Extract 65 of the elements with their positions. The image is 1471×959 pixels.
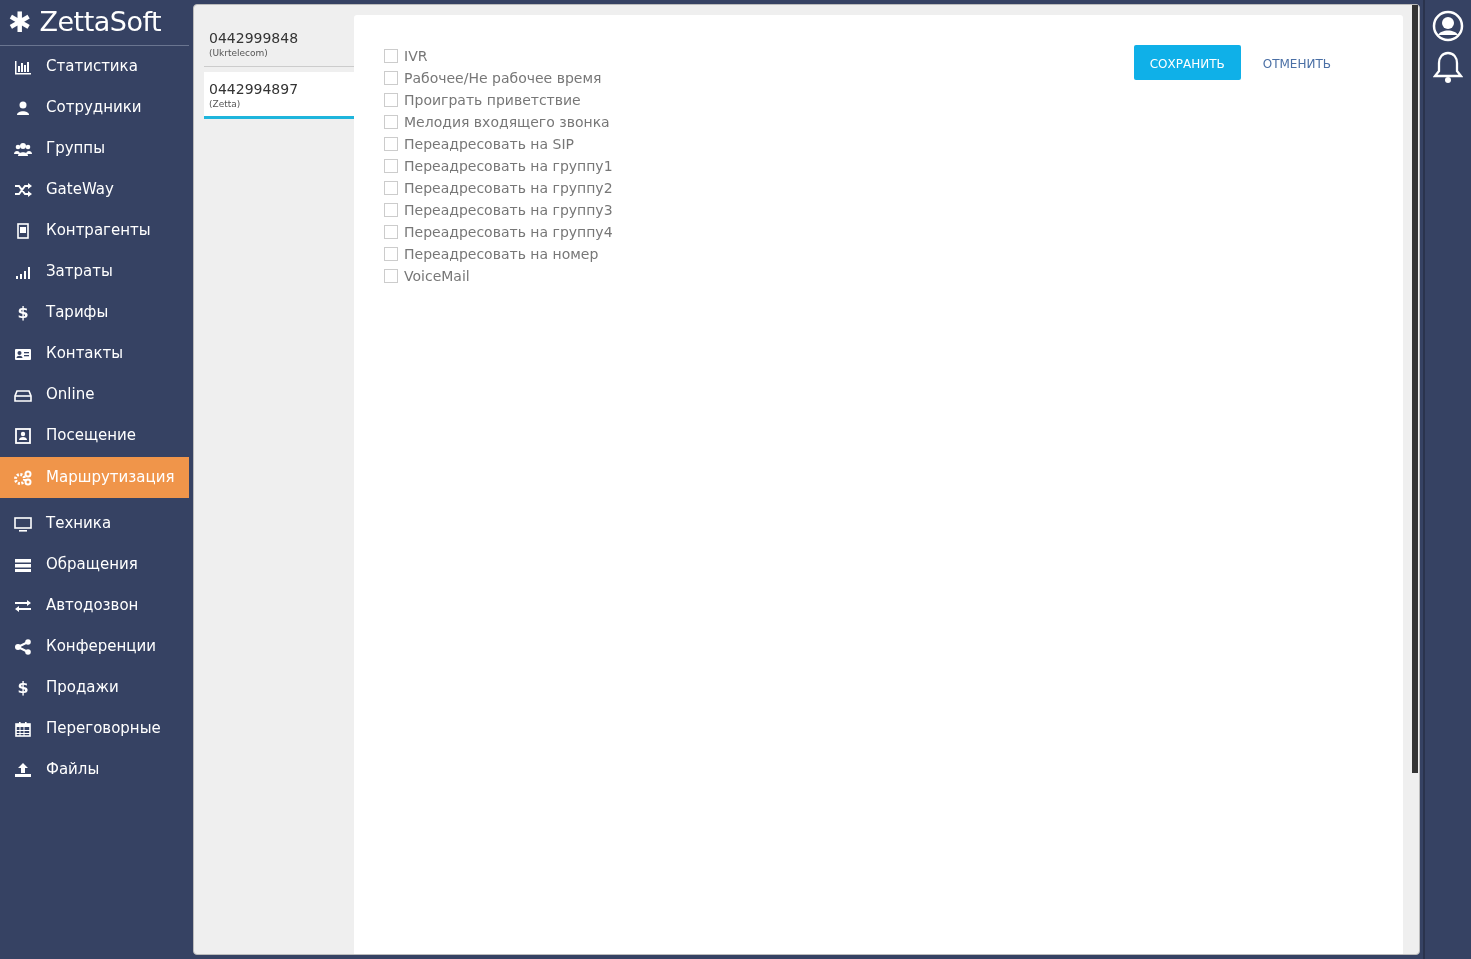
sidebar-item[interactable]: Автодозвон (0, 585, 189, 626)
checkbox[interactable] (384, 49, 398, 63)
checkbox[interactable] (384, 115, 398, 129)
sidebar-item[interactable]: Контакты (0, 333, 189, 374)
person-icon (14, 99, 32, 116)
checkbox-label: Переадресовать на группу3 (404, 200, 613, 220)
calendar-icon (14, 720, 32, 737)
sidebar-item[interactable]: Файлы (0, 749, 189, 790)
dollar-icon: $ (14, 679, 32, 696)
checkbox-label: Переадресовать на группу4 (404, 222, 613, 242)
upload-icon (14, 761, 32, 778)
id-badge-icon (14, 427, 32, 444)
sidebar-item[interactable]: Статистика (0, 46, 189, 87)
swap-arrows-icon (14, 597, 32, 614)
sidebar-item[interactable]: GateWay (0, 169, 189, 210)
checkbox-label: VoiceMail (404, 266, 470, 286)
checkbox[interactable] (384, 71, 398, 85)
checkbox-label: Проиграть приветствие (404, 90, 581, 110)
people-icon (14, 140, 32, 157)
dollar-icon: $ (14, 304, 32, 321)
checkbox[interactable] (384, 203, 398, 217)
checkbox-label: Переадресовать на SIP (404, 134, 574, 154)
checkbox[interactable] (384, 225, 398, 239)
share-icon (14, 638, 32, 655)
checkbox-label: Рабочее/Не рабочее время (404, 68, 602, 88)
sidebar-item[interactable]: Посещение (0, 415, 189, 456)
checkbox-label: Переадресовать на номер (404, 244, 599, 264)
provider-name: (Ukrtelecom) (209, 47, 269, 60)
checkbox[interactable] (384, 93, 398, 107)
bar-chart-icon (14, 58, 32, 75)
phone-number: 0442999848 (209, 29, 300, 47)
phone-number: 0442994897 (209, 79, 300, 98)
sidebar-item[interactable]: Сотрудники (0, 87, 189, 128)
sidebar-item[interactable]: Группы (0, 128, 189, 169)
checkbox[interactable] (384, 181, 398, 195)
logo-icon: ✱ (8, 8, 32, 37)
sidebar-item[interactable]: $ Продажи (0, 667, 189, 708)
sidebar-item[interactable]: Затраты (0, 251, 189, 292)
monitor-icon (14, 515, 32, 532)
cancel-link[interactable]: ОТМЕНИТЬ (1262, 45, 1331, 73)
checkbox[interactable] (384, 247, 398, 261)
sidebar-item[interactable]: Техника (0, 503, 189, 544)
user-icon[interactable] (1432, 10, 1464, 42)
checkbox-label: IVR (404, 46, 428, 66)
server-icon (14, 556, 32, 573)
sidebar-item[interactable]: Контрагенты (0, 210, 189, 251)
checkbox[interactable] (384, 269, 398, 283)
sidebar-item[interactable]: Online (0, 374, 189, 415)
sidebar-item[interactable]: Переговорные (0, 708, 189, 749)
checkbox-label: Переадресовать на группу1 (404, 156, 613, 176)
sidebar-item[interactable]: Обращения (0, 544, 189, 585)
checkbox[interactable] (384, 137, 398, 151)
building-icon (14, 222, 32, 239)
checkbox[interactable] (384, 159, 398, 173)
provider-name: (Zetta) (209, 97, 242, 111)
checkbox-label: Переадресовать на группу2 (404, 178, 613, 198)
scrollbar[interactable] (1412, 5, 1418, 773)
logo-title: ZettaSoft (39, 5, 162, 40)
sidebar-item[interactable]: Конференции (0, 626, 189, 667)
checkbox-label: Мелодия входящего звонка (404, 112, 610, 132)
number-tab[interactable]: 0442994897 (Zetta) (204, 71, 354, 119)
gears-icon (14, 469, 32, 486)
sidebar-item[interactable]: $ Тарифы (0, 292, 189, 333)
bell-icon[interactable] (1433, 50, 1463, 84)
shuffle-icon (14, 181, 32, 198)
